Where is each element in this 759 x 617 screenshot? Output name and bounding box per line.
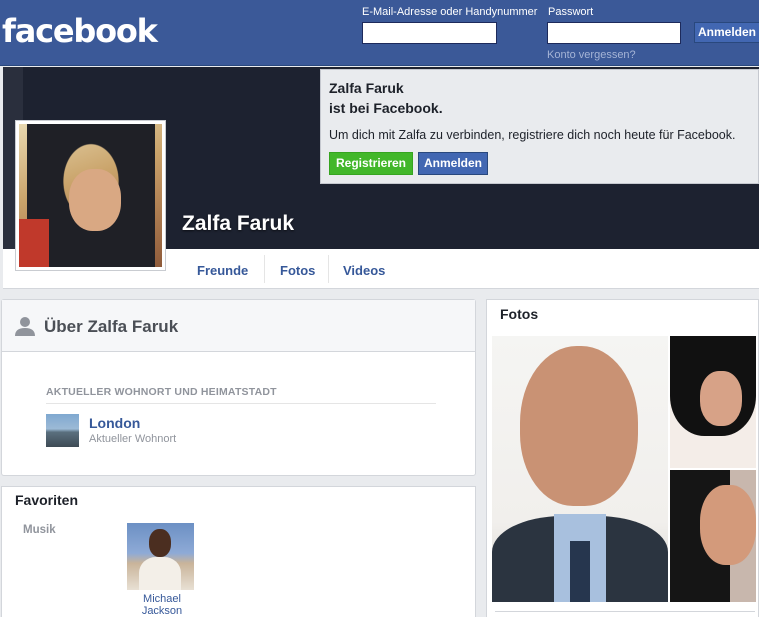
signup-subtitle: ist bei Facebook. <box>329 100 443 116</box>
photos-footer-divider <box>495 611 755 617</box>
favorite-item-name-line1: Michael <box>143 593 181 605</box>
signup-login-button[interactable]: Anmelden <box>418 152 488 175</box>
profile-picture[interactable] <box>15 120 166 271</box>
about-title: Über Zalfa Faruk <box>44 317 179 336</box>
about-header: Über Zalfa Faruk <box>2 300 475 352</box>
register-button[interactable]: Registrieren <box>329 152 413 175</box>
profile-name[interactable]: Zalfa Faruk <box>182 212 294 236</box>
tab-photos[interactable]: Fotos <box>280 263 315 278</box>
photo-thumbnail[interactable] <box>670 336 756 468</box>
password-label: Passwort <box>548 6 594 18</box>
photos-title[interactable]: Fotos <box>500 306 538 322</box>
divider <box>46 403 436 404</box>
profile-photo <box>19 124 162 267</box>
tab-friends[interactable]: Freunde <box>197 263 248 278</box>
photo-thumbnail[interactable] <box>492 336 668 602</box>
password-input[interactable] <box>547 22 681 44</box>
signup-text: Um dich mit Zalfa zu verbinden, registri… <box>329 128 736 142</box>
favorites-card: Favoriten Musik Michael Jackson <box>1 486 476 617</box>
photos-card: Fotos <box>486 299 759 617</box>
signup-prompt: Zalfa Faruk ist bei Facebook. Um dich mi… <box>320 69 759 184</box>
favorites-title: Favoriten <box>15 492 79 508</box>
top-bar: facebook E-Mail-Adresse oder Handynummer… <box>0 0 759 66</box>
favorite-item-thumbnail[interactable] <box>127 523 194 590</box>
city-subtitle: Aktueller Wohnort <box>89 433 177 445</box>
photo-thumbnail[interactable] <box>670 470 756 602</box>
residence-section-label: AKTUELLER WOHNORT UND HEIMATSTADT <box>46 386 277 398</box>
favorite-item-name[interactable]: Michael Jackson <box>127 593 197 617</box>
tab-divider <box>264 255 265 283</box>
person-icon <box>15 317 35 336</box>
forgot-account-link[interactable]: Konto vergessen? <box>547 49 636 61</box>
login-button[interactable]: Anmelden <box>694 22 759 43</box>
favorites-category-music: Musik <box>23 524 56 536</box>
tab-videos[interactable]: Videos <box>343 263 385 278</box>
city-thumbnail[interactable] <box>46 414 79 447</box>
email-label: E-Mail-Adresse oder Handynummer <box>362 6 538 18</box>
about-card: Über Zalfa Faruk AKTUELLER WOHNORT UND H… <box>1 299 476 476</box>
email-input[interactable] <box>362 22 497 44</box>
tab-divider <box>328 255 329 283</box>
signup-name: Zalfa Faruk <box>329 80 404 96</box>
city-link[interactable]: London <box>89 415 140 431</box>
favorite-item-name-line2: Jackson <box>141 605 183 617</box>
facebook-logo[interactable]: facebook <box>2 12 158 50</box>
